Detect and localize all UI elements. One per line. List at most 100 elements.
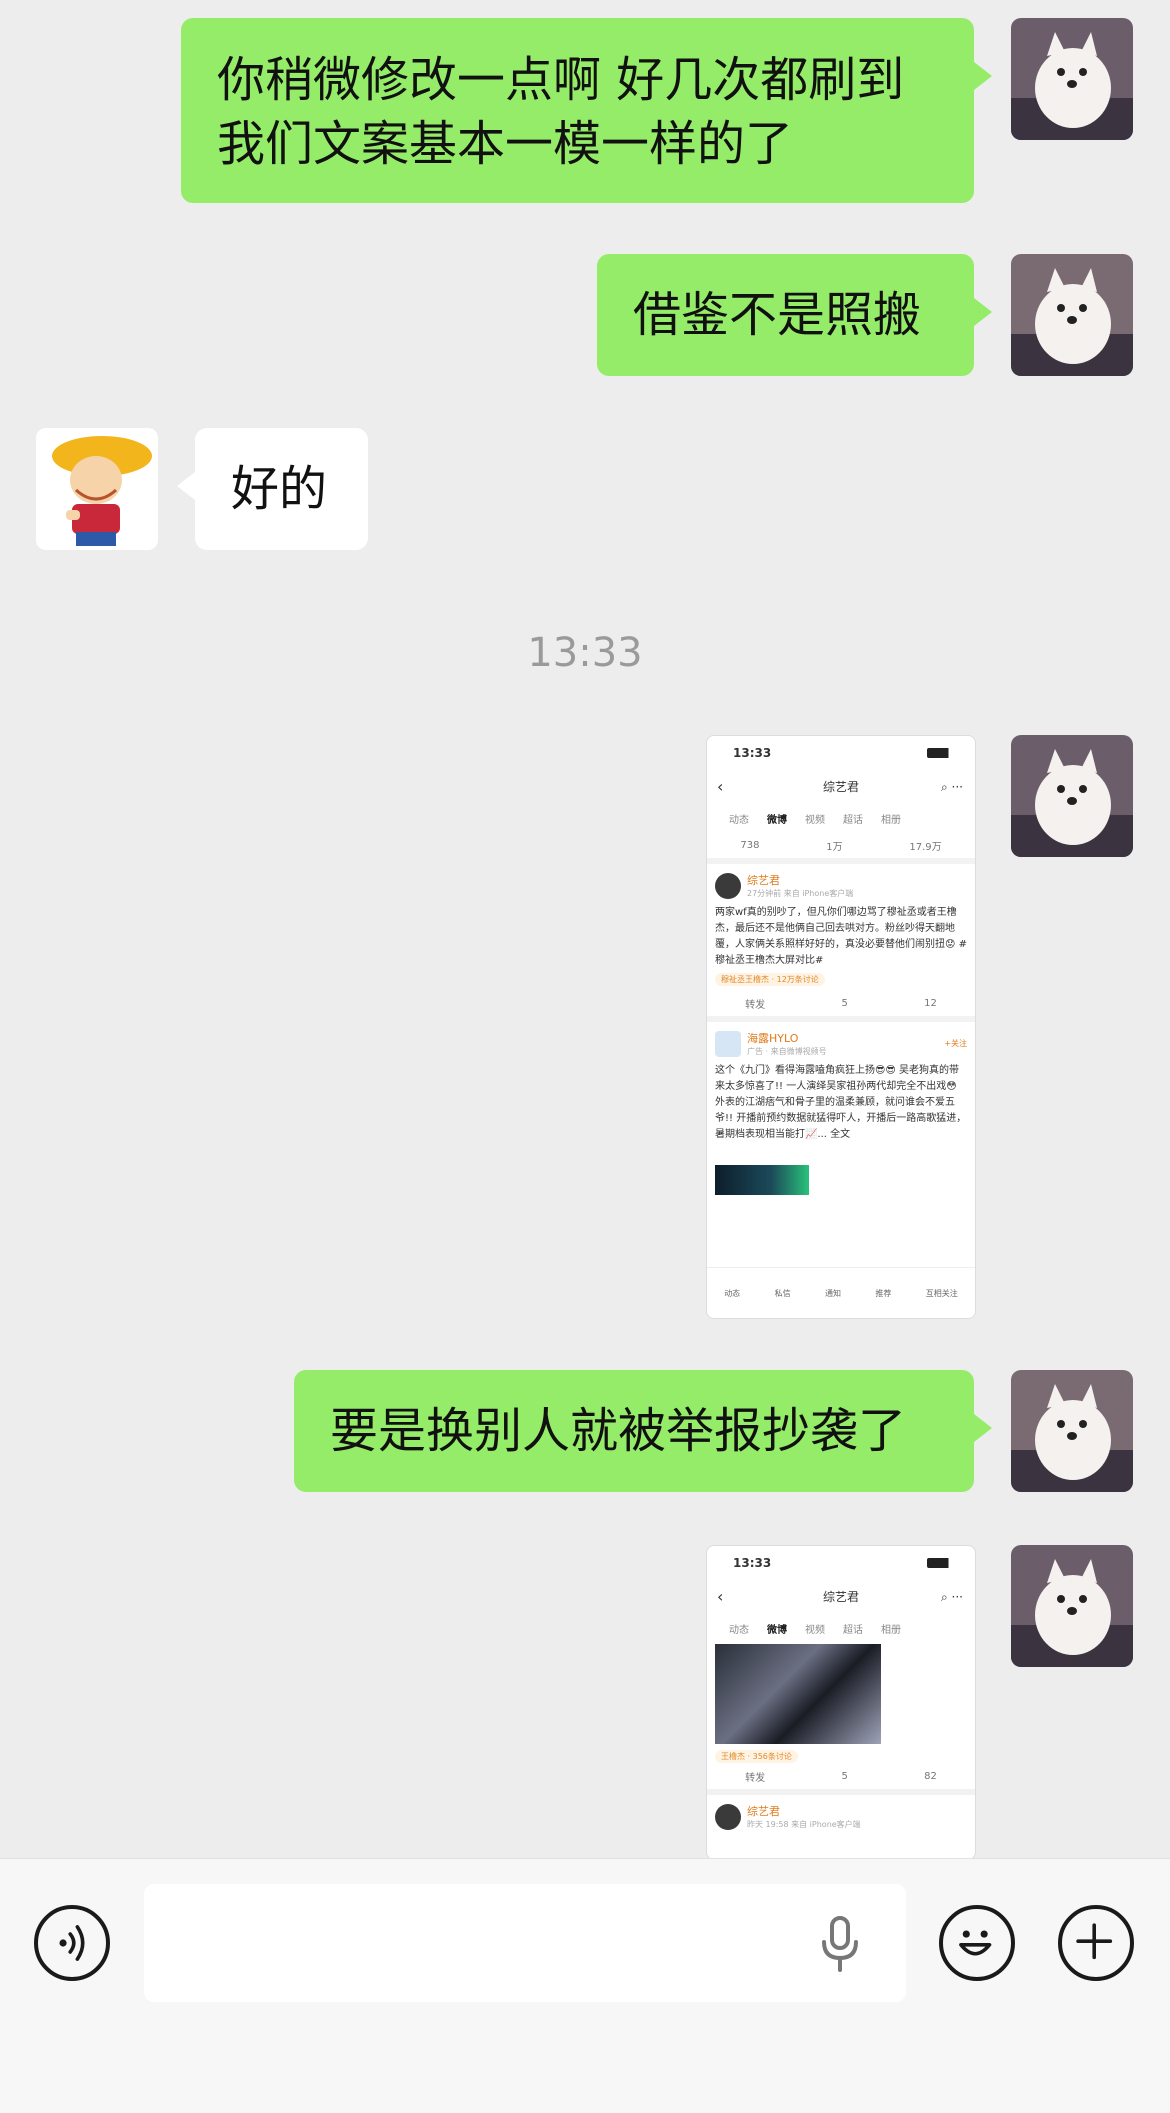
post-meta: 昨天 19:58 来自 iPhone客户端 <box>747 1820 861 1829</box>
tab: 微博 <box>767 1624 787 1636</box>
author-name: 综艺君 <box>747 1805 780 1818</box>
message-text: 借鉴不是照搬 <box>633 287 922 343</box>
nav-bar: ‹ 综艺君 ⌕ ··· <box>707 770 975 804</box>
post-image <box>715 1644 881 1744</box>
tab: 超话 <box>843 1624 863 1636</box>
like-count: 12 <box>924 997 937 1009</box>
status-bar: 13:33 <box>707 1546 975 1580</box>
profile-tabs: 动态 微博 视频 超话 相册 <box>707 1614 975 1642</box>
message-bubble[interactable]: 好的 <box>177 428 368 550</box>
like-count: 17.9万 <box>909 841 942 853</box>
my-avatar[interactable] <box>1011 18 1133 140</box>
weibo-post: 海露HYLO 广告 · 来自微博视频号 +关注 这个《九门》看得海露嗑角疯狂上扬… <box>707 1022 975 1199</box>
input-bar <box>0 1858 1170 2113</box>
signal-icon <box>927 748 963 758</box>
post-text: 这个《九门》看得海露嗑角疯狂上扬😎😎 吴老狗真的带来太多惊喜了!! 一人演绎吴家… <box>715 1065 967 1140</box>
my-avatar[interactable] <box>1011 1370 1133 1492</box>
status-time: 13:33 <box>733 746 772 760</box>
tab: 动态 <box>729 1624 749 1636</box>
image-message-screenshot[interactable]: 13:33 ‹ 综艺君 ⌕ ··· 动态 微博 视频 超话 相册 738 1万 … <box>706 735 976 1319</box>
tab: 视频 <box>805 1624 825 1636</box>
post-author: 综艺君 昨天 19:58 来自 iPhone客户端 <box>715 1803 967 1830</box>
weibo-post: 综艺君 昨天 19:58 来自 iPhone客户端 <box>707 1795 975 1834</box>
status-bar: 13:33 <box>707 736 975 770</box>
topic-tag: 穆祉丞王橹杰 · 12万条讨论 <box>715 973 825 986</box>
tab: 相册 <box>881 814 901 826</box>
tab: 微博 <box>767 814 787 826</box>
chat-area: 你稍微修改一点啊 好几次都刷到 我们文案基本一模一样的了 借鉴不是照搬 好的 1… <box>0 0 1170 1860</box>
post-author: 海露HYLO 广告 · 来自微博视频号 +关注 <box>715 1030 967 1057</box>
author-name: 综艺君 <box>747 874 780 887</box>
message-bubble[interactable]: 要是换别人就被举报抄袭了 <box>294 1370 992 1492</box>
message-bubble[interactable]: 你稍微修改一点啊 好几次都刷到 我们文案基本一模一样的了 <box>181 18 992 203</box>
plus-icon <box>1076 1923 1113 1960</box>
post-actions: 转发 5 12 <box>707 990 975 1022</box>
status-time: 13:33 <box>733 1556 772 1570</box>
emoji-icon <box>959 1930 992 1956</box>
post-actions: 738 1万 17.9万 <box>707 832 975 864</box>
post-image <box>715 1165 809 1195</box>
tab: 动态 <box>729 814 749 826</box>
tab: 相册 <box>881 1624 901 1636</box>
author-name: 海露HYLO <box>747 1032 799 1045</box>
message-bubble[interactable]: 借鉴不是照搬 <box>597 254 992 376</box>
follow-button: +关注 <box>944 1039 967 1048</box>
post-avatar <box>715 1803 741 1830</box>
nav-title: 综艺君 <box>822 780 859 794</box>
repost-label: 转发 <box>745 999 766 1011</box>
topic-tag: 王橹杰 · 356条讨论 <box>715 1750 798 1763</box>
post-avatar <box>715 1030 741 1057</box>
weibo-post: 综艺君 27分钟前 来自 iPhone客户端 两家wf真的别吵了，但凡你们哪边骂… <box>707 864 975 990</box>
repost-count: 738 <box>740 839 760 851</box>
dog-avatar-icon <box>1011 1545 1133 1667</box>
tabbar-item: 互相关注 <box>925 1288 958 1298</box>
message-text: 要是换别人就被举报抄袭了 <box>330 1403 907 1459</box>
post-meta: 广告 · 来自微博视频号 <box>747 1047 827 1056</box>
mic-icon[interactable] <box>820 1916 860 1972</box>
my-avatar[interactable] <box>1011 735 1133 857</box>
post-author: 综艺君 27分钟前 来自 iPhone客户端 <box>715 872 967 899</box>
dog-avatar-icon <box>1011 1370 1133 1492</box>
tabbar-item: 动态 <box>724 1288 741 1298</box>
tabbar-item: 通知 <box>824 1288 841 1298</box>
tab: 视频 <box>805 814 825 826</box>
my-avatar[interactable] <box>1011 254 1133 376</box>
tabbar-item: 推荐 <box>875 1288 892 1298</box>
post-actions: 转发 5 82 <box>707 1763 975 1795</box>
comment-count: 1万 <box>826 841 843 853</box>
back-icon: ‹ <box>717 1587 724 1606</box>
comment-count: 5 <box>841 997 848 1009</box>
like-count: 82 <box>924 1770 937 1782</box>
dog-avatar-icon <box>1011 735 1133 857</box>
plus-button[interactable] <box>1058 1905 1134 1981</box>
chat-timestamp: 13:33 <box>527 630 643 676</box>
repost-label: 转发 <box>745 1772 766 1784</box>
message-text-line: 你稍微修改一点啊 好几次都刷到 <box>217 52 905 108</box>
message-text-line: 我们文案基本一模一样的了 <box>217 116 794 172</box>
message-text: 好的 <box>231 461 328 517</box>
back-icon: ‹ <box>717 777 724 796</box>
contact-avatar[interactable] <box>36 428 158 550</box>
post-meta: 27分钟前 来自 iPhone客户端 <box>747 889 854 898</box>
search-more-icon: ⌕ ··· <box>941 780 963 794</box>
dog-avatar-icon <box>1011 254 1133 376</box>
cartoon-boy-avatar-icon <box>36 428 158 550</box>
post-avatar <box>715 872 741 899</box>
dog-avatar-icon <box>1011 18 1133 140</box>
search-more-icon: ⌕ ··· <box>941 1590 963 1604</box>
signal-icon <box>927 1558 963 1568</box>
bottom-tabbar: 动态 私信 通知 推荐 互相关注 <box>707 1267 975 1318</box>
nav-title: 综艺君 <box>822 1590 859 1604</box>
post-text: 两家wf真的别吵了，但凡你们哪边骂了穆祉丞或者王橹杰，最后还不是他俩自己回去哄对… <box>715 907 967 966</box>
nav-bar: ‹ 综艺君 ⌕ ··· <box>707 1580 975 1614</box>
voice-icon <box>59 1925 85 1961</box>
comment-count: 5 <box>841 1770 848 1782</box>
profile-tabs: 动态 微博 视频 超话 相册 <box>707 804 975 832</box>
voice-button[interactable] <box>34 1905 110 1981</box>
tabbar-item: 私信 <box>774 1288 791 1298</box>
message-input[interactable] <box>144 1884 906 2002</box>
tab: 超话 <box>843 814 863 826</box>
image-message-screenshot[interactable]: 13:33 ‹ 综艺君 ⌕ ··· 动态 微博 视频 超话 相册 王橹杰 · 3… <box>706 1545 976 1860</box>
my-avatar[interactable] <box>1011 1545 1133 1667</box>
emoji-button[interactable] <box>939 1905 1015 1981</box>
